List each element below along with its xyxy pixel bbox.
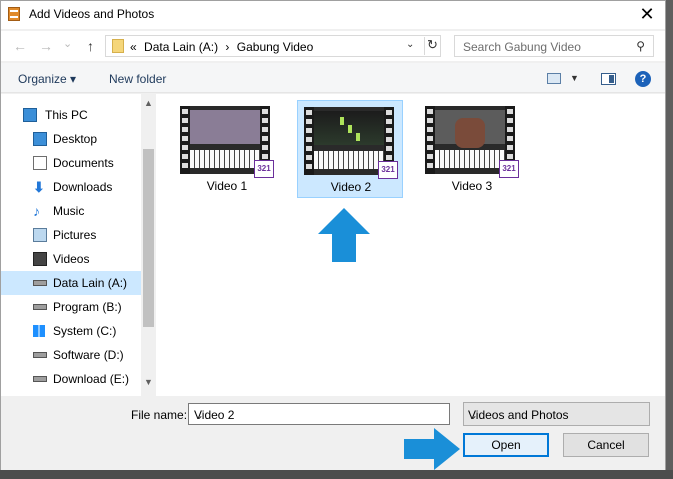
sidebar-item-label: Music	[53, 204, 85, 218]
navigation-row: ← → ⌄ ↑ « Data Lain (A:) › Gabung Video …	[1, 31, 665, 61]
video-thumbnail: 321	[304, 107, 398, 179]
sidebar-item-label: This PC	[45, 108, 88, 122]
sidebar-item-label: Download (E:)	[53, 372, 130, 386]
media-player-badge-icon: 321	[254, 160, 274, 178]
folder-icon	[112, 39, 124, 53]
documents-icon	[33, 156, 47, 170]
videos-icon	[33, 252, 47, 266]
refresh-icon[interactable]: ↻	[424, 37, 440, 55]
organize-button[interactable]: Organize ▾	[18, 72, 76, 86]
background-window-edge	[666, 0, 673, 479]
sidebar-item-label: Data Lain (A:)	[53, 276, 128, 290]
sidebar-item-program[interactable]: Program (B:)	[1, 295, 141, 319]
video-thumbnail: 321	[180, 106, 274, 178]
scroll-down-arrow-icon[interactable]: ▼	[144, 377, 153, 387]
file-name-label: Video 2	[330, 180, 372, 194]
address-dropdown-chevron-icon[interactable]: ⌄	[406, 39, 414, 50]
scroll-up-arrow-icon[interactable]: ▲	[144, 98, 153, 108]
file-item-video-1[interactable]: 321 Video 1	[174, 100, 280, 198]
sidebar-item-label: Software (D:)	[53, 348, 124, 362]
breadcrumb-gabung-video[interactable]: Gabung Video	[237, 40, 314, 54]
downloads-icon: ⬇	[33, 179, 45, 195]
breadcrumb: « Data Lain (A:) › Gabung Video	[130, 40, 317, 54]
preview-pane-icon[interactable]	[601, 73, 616, 85]
sidebar-item-documents[interactable]: Documents	[1, 151, 141, 175]
sidebar-item-pictures[interactable]: Pictures	[1, 223, 141, 247]
file-type-chevron-icon[interactable]: ⌄	[468, 408, 643, 422]
sidebar-item-data-lain[interactable]: Data Lain (A:)	[1, 271, 141, 295]
sidebar-item-videos[interactable]: Videos	[1, 247, 141, 271]
address-bar[interactable]: « Data Lain (A:) › Gabung Video ⌄ ↻	[105, 35, 441, 57]
sidebar-item-label: Desktop	[53, 132, 98, 146]
video-thumbnail: 321	[425, 106, 519, 178]
command-bar: Organize ▾ New folder ▼ ?	[1, 63, 665, 93]
sidebar-item-this-pc[interactable]: This PC	[1, 103, 141, 127]
computer-icon	[23, 108, 37, 122]
open-button[interactable]: Open	[463, 433, 549, 457]
film-app-icon	[8, 7, 20, 21]
file-list: 321 Video 1 321 Video 2 321 Video 3	[157, 94, 665, 396]
file-name-label: File name:	[131, 408, 188, 422]
breadcrumb-data-lain[interactable]: Data Lain (A:)	[144, 40, 218, 54]
sidebar-item-label: System (C:)	[53, 324, 117, 338]
forward-arrow-icon[interactable]: →	[39, 38, 53, 54]
windows-drive-icon	[33, 325, 45, 337]
background-taskbar-edge	[0, 470, 673, 479]
file-item-video-3[interactable]: 321 Video 3	[419, 100, 525, 198]
window-title: Add Videos and Photos	[29, 7, 155, 21]
drive-icon	[33, 304, 47, 310]
up-arrow-icon[interactable]: ↑	[87, 38, 94, 54]
change-view-icon[interactable]	[547, 73, 561, 84]
scrollbar-thumb[interactable]	[143, 149, 154, 327]
cancel-button[interactable]: Cancel	[563, 433, 649, 457]
file-name-label: Video 3	[451, 179, 493, 193]
search-icon[interactable]: ⚲	[636, 39, 645, 53]
drive-icon	[33, 352, 47, 358]
drive-icon	[33, 376, 47, 382]
drive-icon	[33, 280, 47, 286]
file-item-video-2[interactable]: 321 Video 2	[297, 100, 403, 198]
pictures-icon	[33, 228, 47, 242]
sidebar-item-software[interactable]: Software (D:)	[1, 343, 141, 367]
sidebar-item-music[interactable]: ♪ Music	[1, 199, 141, 223]
music-icon: ♪	[33, 203, 40, 219]
sidebar-item-downloads[interactable]: ⬇ Downloads	[1, 175, 141, 199]
view-options-dropdown-icon[interactable]: ▼	[570, 73, 579, 83]
file-name-dropdown-chevron-icon[interactable]: ⌄	[194, 408, 445, 422]
file-name-input[interactable]: Video 2 ⌄	[188, 403, 450, 425]
sidebar-item-label: Videos	[53, 252, 90, 266]
new-folder-button[interactable]: New folder	[109, 72, 166, 86]
file-name-label: Video 1	[206, 179, 248, 193]
search-input[interactable]: Search Gabung Video ⚲	[454, 35, 654, 57]
help-icon[interactable]: ?	[635, 71, 651, 87]
breadcrumb-separator[interactable]: ›	[225, 40, 229, 54]
title-bar: Add Videos and Photos ✕	[1, 1, 665, 29]
recent-locations-chevron-icon[interactable]: ⌄	[63, 37, 72, 50]
navigation-scrollbar[interactable]: ▲ ▼	[141, 94, 156, 396]
sidebar-item-label: Documents	[53, 156, 114, 170]
sidebar-item-desktop[interactable]: Desktop	[1, 127, 141, 151]
sidebar-item-label: Program (B:)	[53, 300, 122, 314]
desktop-icon	[33, 132, 47, 146]
close-button[interactable]: ✕	[637, 3, 657, 25]
sidebar-item-label: Downloads	[53, 180, 113, 194]
sidebar-item-system[interactable]: System (C:)	[1, 319, 141, 343]
footer: File name: Video 2 ⌄ Videos and Photos ⌄…	[1, 397, 665, 471]
annotation-right-arrow-icon	[404, 428, 460, 470]
search-placeholder: Search Gabung Video	[463, 40, 581, 54]
sidebar-item-label: Pictures	[53, 228, 97, 242]
back-arrow-icon[interactable]: ←	[13, 38, 27, 54]
annotation-up-arrow-icon	[318, 208, 370, 262]
sidebar-item-download[interactable]: Download (E:)	[1, 367, 141, 391]
navigation-pane: This PC Desktop Documents ⬇ Downloads ♪ …	[1, 94, 156, 396]
breadcrumb-overflow[interactable]: «	[130, 40, 137, 54]
media-player-badge-icon: 321	[499, 160, 519, 178]
media-player-badge-icon: 321	[378, 161, 398, 179]
file-type-select[interactable]: Videos and Photos ⌄	[463, 402, 650, 426]
